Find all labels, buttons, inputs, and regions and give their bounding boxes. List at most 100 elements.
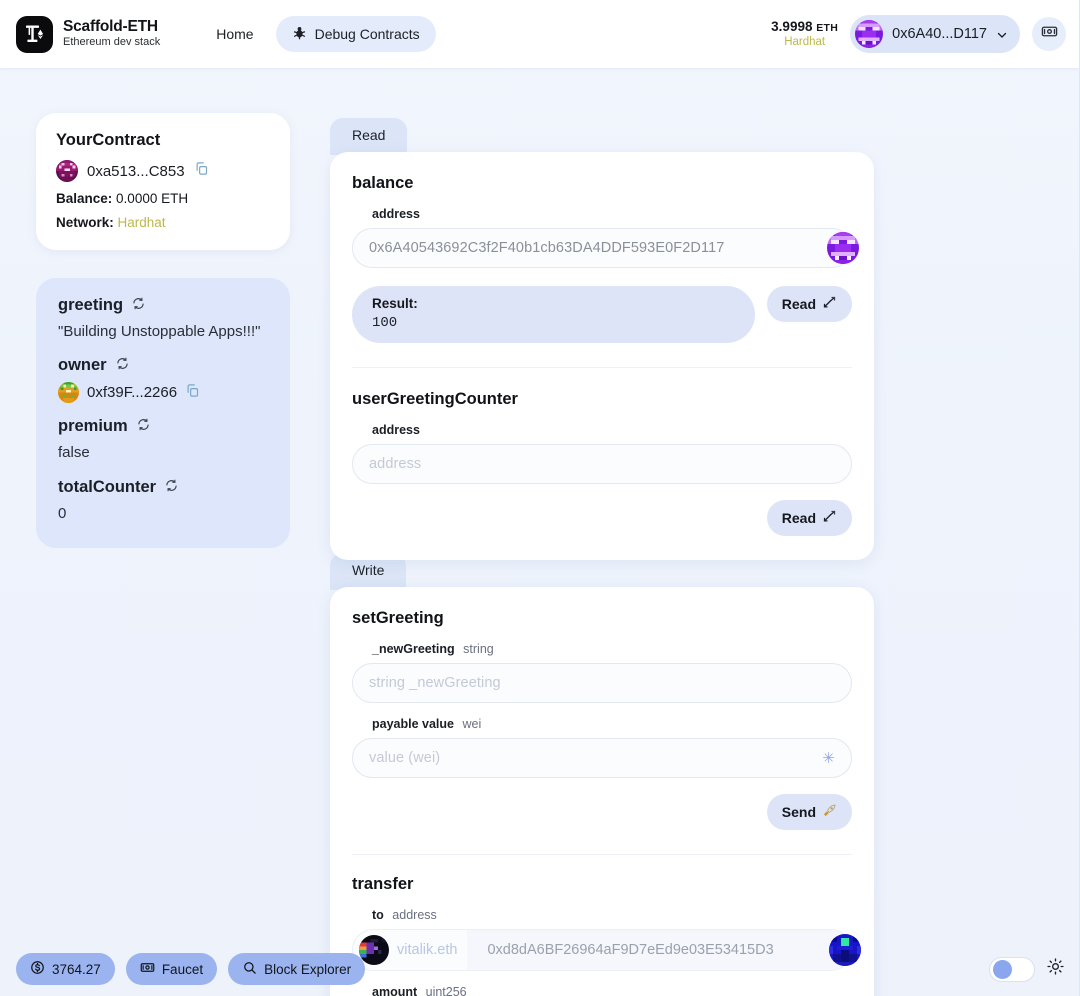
contract-balance-value: 0.0000 [116, 191, 158, 206]
theme-toggle[interactable] [989, 956, 1035, 982]
state-variable-owner-label: owner [58, 356, 107, 375]
argument-type: address [392, 908, 437, 922]
balance-address-avatar [827, 232, 859, 264]
wallet-network-label: Hardhat [784, 35, 826, 48]
eth-price-value: 3764.27 [52, 961, 101, 977]
balance-result-box: Result: 100 [352, 286, 755, 343]
setgreeting-payable-value-input[interactable]: value (wei) ✳ [352, 738, 852, 778]
scaffold-eth-logo-icon [16, 15, 53, 53]
usergreetingcounter-address-placeholder: address [369, 456, 422, 472]
send-rocket-icon [822, 803, 837, 821]
contract-network-value: Hardhat [117, 215, 166, 230]
balance-address-input[interactable]: 0x6A40543692C3f2F40b1cb63DA4DDF593E0F2D1… [352, 228, 859, 268]
chevron-down-icon [996, 28, 1008, 40]
refresh-icon[interactable] [132, 296, 145, 315]
copy-icon[interactable] [185, 383, 200, 403]
copy-icon[interactable] [194, 161, 209, 181]
state-variable-premium-value: false [58, 444, 90, 462]
argument-label: to address [372, 908, 852, 922]
wallet-balance-value: 3.9998 [771, 19, 813, 35]
app-root: Scaffold-ETH Ethereum dev stack Home Deb… [0, 0, 1080, 996]
refresh-icon[interactable] [165, 478, 178, 497]
nav-item-debug-contracts[interactable]: Debug Contracts [275, 16, 436, 52]
read-arrow-icon [822, 509, 837, 527]
brand[interactable]: Scaffold-ETH Ethereum dev stack [16, 15, 160, 53]
state-variable-name: owner [58, 356, 268, 375]
header-right: 3.9998 ETH Hardhat 0x6A40...D117 [771, 15, 1066, 53]
eth-price-button[interactable]: 3764.27 [16, 953, 115, 985]
contract-network-row: Network: Hardhat [56, 215, 270, 230]
bug-icon [292, 25, 307, 43]
refresh-icon[interactable] [137, 417, 150, 436]
setgreeting-newgreeting-input[interactable]: string _newGreeting [352, 663, 852, 703]
state-variable-owner: owner 0xf39F...2266 [58, 356, 268, 404]
section-divider [352, 854, 852, 855]
state-variable-premium: premium false [58, 417, 268, 463]
faucet-button[interactable] [1032, 17, 1066, 51]
argument-type: wei [462, 717, 482, 731]
state-variable-owner-value: 0xf39F...2266 [87, 384, 178, 402]
theme-toggle-knob [993, 960, 1012, 979]
argument-name: address [372, 207, 420, 221]
app-header: Scaffold-ETH Ethereum dev stack Home Deb… [0, 0, 1080, 68]
usergreetingcounter-address-input[interactable]: address [352, 444, 852, 484]
send-button-setgreeting[interactable]: Send [766, 794, 852, 830]
write-section: Write setGreeting _newGreeting string st… [330, 553, 874, 996]
block-explorer-label: Block Explorer [264, 961, 352, 977]
contract-balance-unit: ETH [161, 191, 189, 206]
nav-item-home[interactable]: Home [200, 17, 269, 51]
tab-read[interactable]: Read [330, 118, 408, 155]
state-variable-name: premium [58, 417, 268, 436]
contract-balance-label: Balance: [56, 191, 113, 206]
balance-result-row: Result: 100 Read [352, 286, 852, 343]
account-dropdown-button[interactable]: 0x6A40...D117 [850, 15, 1020, 53]
state-variable-greeting: greeting "Building Unstoppable Apps!!!" [58, 296, 268, 342]
function-name: setGreeting [352, 609, 444, 627]
contract-name: YourContract [56, 131, 161, 149]
state-variable-totalcounter-label: totalCounter [58, 477, 157, 496]
contract-address-row: 0xa513...C853 [56, 160, 270, 182]
block-explorer-button[interactable]: Block Explorer [228, 953, 366, 985]
read-function-balance: balance address 0x6A40543692C3f2F40b1cb6… [352, 174, 859, 343]
setgreeting-payable-value-placeholder: value (wei) [369, 750, 441, 766]
write-panel: setGreeting _newGreeting string string _… [330, 587, 874, 996]
multiply-unit-icon[interactable]: ✳ [822, 749, 835, 767]
nav-item-home-label: Home [216, 26, 254, 42]
state-variable-greeting-value: "Building Unstoppable Apps!!!" [58, 323, 261, 340]
function-name: transfer [352, 875, 414, 893]
argument-name: to [372, 908, 384, 922]
send-button-label: Send [781, 804, 816, 820]
wallet-balance-unit: ETH [816, 22, 839, 35]
state-variable-premium-label: premium [58, 417, 128, 436]
nav-item-debug-contracts-label: Debug Contracts [314, 26, 420, 42]
read-button-balance[interactable]: Read [766, 286, 852, 322]
sun-icon[interactable] [1047, 958, 1064, 980]
state-variable-name: totalCounter [58, 478, 268, 497]
owner-avatar [58, 382, 79, 404]
faucet-label: Faucet [161, 961, 204, 977]
account-address: 0x6A40...D117 [892, 26, 987, 42]
wallet-balance[interactable]: 3.9998 ETH Hardhat [771, 19, 838, 49]
read-button-label: Read [781, 296, 816, 312]
brand-text: Scaffold-ETH Ethereum dev stack [63, 18, 160, 50]
argument-name: _newGreeting [372, 642, 455, 656]
setgreeting-button-row: Send [352, 794, 852, 830]
function-name: userGreetingCounter [352, 390, 518, 408]
result-value: 100 [372, 315, 398, 331]
argument-label: address [372, 423, 852, 437]
balance-address-value: 0x6A40543692C3f2F40b1cb63DA4DDF593E0F2D1… [369, 240, 725, 256]
contract-balance-row: Balance: 0.0000 ETH [56, 191, 270, 206]
state-variable-greeting-label: greeting [58, 296, 124, 314]
setgreeting-newgreeting-placeholder: string _newGreeting [369, 675, 501, 691]
contract-avatar [56, 160, 78, 182]
read-button-usergreetingcounter[interactable]: Read [766, 500, 852, 536]
read-section: Read balance address 0x6A40543692C3f2F40… [330, 118, 874, 560]
write-function-setgreeting: setGreeting _newGreeting string string _… [352, 609, 852, 830]
app-footer: 3764.27 Faucet Block Explorer [0, 942, 1080, 996]
refresh-icon[interactable] [116, 356, 129, 375]
wallet-balance-amount: 3.9998 ETH [771, 19, 838, 35]
magnifier-icon [242, 960, 257, 978]
left-column: YourContract 0xa513...C853 Balance: 0.00… [36, 113, 290, 548]
dollar-circle-icon [30, 960, 45, 978]
faucet-footer-button[interactable]: Faucet [125, 953, 218, 985]
